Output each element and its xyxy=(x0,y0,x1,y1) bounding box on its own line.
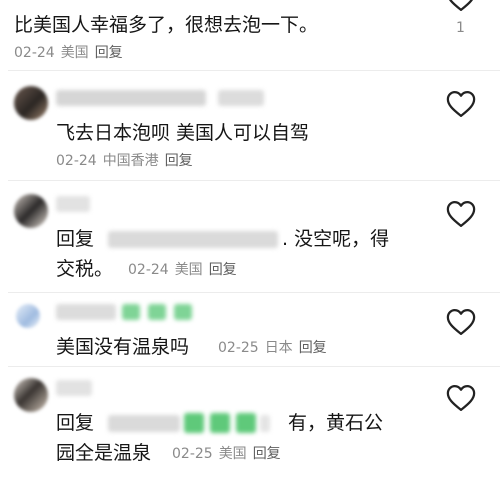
comment-text: 美国没有温泉吗 xyxy=(56,336,190,358)
username-blurred[interactable] xyxy=(56,304,116,320)
reply-prefix: 回复 xyxy=(56,412,95,434)
avatar[interactable] xyxy=(14,194,48,228)
comment-1: 比美国人幸福多了，很想去泡一下。 02-24 美国 回复 1 xyxy=(0,0,500,64)
like-count: 1 xyxy=(456,20,465,36)
username-emoji-blurred xyxy=(148,304,166,320)
comment-date: 02-24 xyxy=(56,153,97,169)
heart-icon xyxy=(446,309,476,335)
comment-location: 美国 xyxy=(60,45,89,61)
reply-prefix: 回复 xyxy=(56,228,95,250)
mentioned-user-blurred[interactable] xyxy=(108,231,278,248)
mentioned-emoji-blurred xyxy=(236,413,256,433)
reply-button[interactable]: 回复 xyxy=(253,446,281,462)
reply-button[interactable]: 回复 xyxy=(165,153,193,169)
heart-icon xyxy=(446,385,476,411)
username-blurred[interactable] xyxy=(56,380,92,396)
like-button[interactable] xyxy=(446,308,476,336)
comment-location: 美国 xyxy=(174,262,203,278)
like-button[interactable] xyxy=(446,200,476,228)
comment-location: 中国香港 xyxy=(102,153,159,169)
comment-2: 飞去日本泡呗 美国人可以自驾 02-24 中国香港 回复 xyxy=(0,72,500,180)
comment-4: 美国没有温泉吗 02-25 日本 回复 xyxy=(0,294,500,366)
avatar[interactable] xyxy=(16,304,40,328)
comment-meta: 02-24 美国 回复 xyxy=(14,44,129,62)
heart-icon xyxy=(446,91,476,117)
comment-date: 02-24 xyxy=(14,45,55,61)
divider xyxy=(8,366,500,367)
comment-3: 回复 . 没空呢，得 交税。 02-24 美国 回复 xyxy=(0,182,500,292)
divider xyxy=(8,180,500,181)
comment-location: 美国 xyxy=(218,446,247,462)
comment-text: 有，黄石公 xyxy=(288,412,384,434)
comment-date: 02-24 xyxy=(128,262,169,278)
comment-meta: 02-25 日本 回复 xyxy=(218,339,333,357)
comment-text: 飞去日本泡呗 美国人可以自驾 xyxy=(56,122,310,144)
mentioned-user-blurred[interactable] xyxy=(108,415,180,432)
mentioned-emoji-blurred xyxy=(210,413,230,433)
username-emoji-blurred xyxy=(122,304,140,320)
mentioned-user-blurred-2 xyxy=(260,415,270,432)
comment-text: 比美国人幸福多了，很想去泡一下。 xyxy=(14,14,319,36)
reply-button[interactable]: 回复 xyxy=(95,45,123,61)
comment-text-line2: 园全是温泉 xyxy=(56,442,152,464)
username-blurred[interactable] xyxy=(56,196,90,212)
comment-date: 02-25 xyxy=(172,446,213,462)
avatar[interactable] xyxy=(14,378,48,412)
comment-text: . 没空呢，得 xyxy=(282,228,390,250)
like-button[interactable] xyxy=(446,90,476,118)
like-button[interactable] xyxy=(446,0,476,12)
mentioned-emoji-blurred xyxy=(184,413,204,433)
reply-button[interactable]: 回复 xyxy=(299,340,327,356)
divider xyxy=(8,292,500,293)
comment-5: 回复 有，黄石公 园全是温泉 02-25 美国 回复 xyxy=(0,368,500,497)
comment-meta: 02-24 中国香港 回复 xyxy=(56,152,199,170)
heart-icon xyxy=(449,0,473,11)
like-button[interactable] xyxy=(446,384,476,412)
username-blurred[interactable] xyxy=(56,90,206,106)
heart-icon xyxy=(446,201,476,227)
comment-text-line2: 交税。 xyxy=(56,258,114,280)
comment-meta: 02-25 美国 回复 xyxy=(172,445,287,463)
username-blurred-2 xyxy=(218,90,264,106)
comment-meta: 02-24 美国 回复 xyxy=(128,261,243,279)
divider xyxy=(8,70,500,71)
comment-date: 02-25 xyxy=(218,340,259,356)
reply-button[interactable]: 回复 xyxy=(209,262,237,278)
comment-location: 日本 xyxy=(264,340,293,356)
avatar[interactable] xyxy=(14,86,48,120)
username-emoji-blurred xyxy=(174,304,192,320)
